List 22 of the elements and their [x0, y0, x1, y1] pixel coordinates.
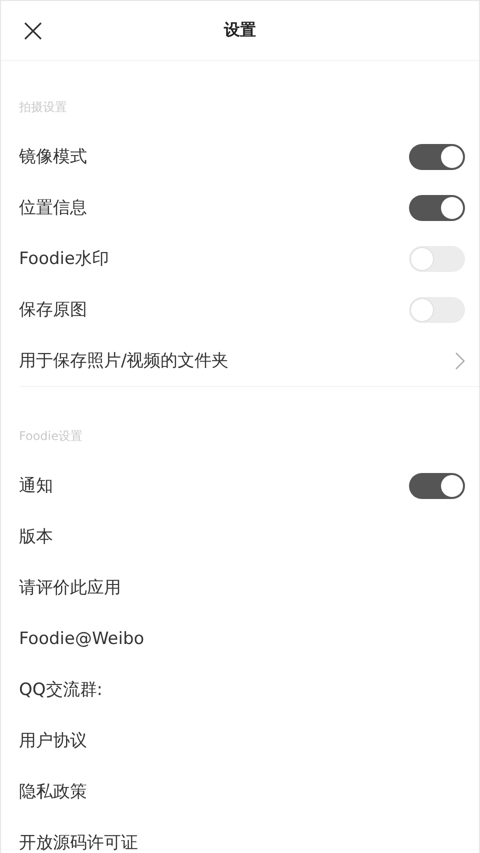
chevron-right-icon: [455, 352, 465, 370]
setting-label[interactable]: 用户协议: [19, 729, 87, 752]
setting-label[interactable]: 版本: [19, 525, 53, 548]
setting-label[interactable]: 开放源码许可证: [19, 831, 138, 853]
setting-label[interactable]: 隐私政策: [19, 780, 87, 803]
toggle-switch[interactable]: [409, 144, 465, 170]
toggle-switch[interactable]: [409, 296, 465, 322]
toggle-switch[interactable]: [409, 246, 465, 272]
close-icon: [23, 20, 43, 40]
setting-label: 用于保存照片/视频的文件夹: [19, 350, 229, 372]
close-button[interactable]: [23, 20, 43, 40]
setting-label[interactable]: QQ交流群:: [19, 678, 102, 701]
screen-title: 设置: [224, 20, 256, 41]
setting-label[interactable]: 请评价此应用: [19, 576, 121, 599]
setting-label: 位置信息: [19, 197, 87, 219]
toggle-switch[interactable]: [409, 472, 465, 498]
setting-label: 镜像模式: [19, 146, 87, 168]
setting-label: 通知: [19, 475, 53, 497]
setting-label: 保存原图: [19, 299, 87, 321]
toggle-switch[interactable]: [409, 194, 465, 220]
setting-label: Foodie水印: [19, 248, 109, 270]
setting-label[interactable]: Foodie@Weibo: [19, 628, 144, 648]
